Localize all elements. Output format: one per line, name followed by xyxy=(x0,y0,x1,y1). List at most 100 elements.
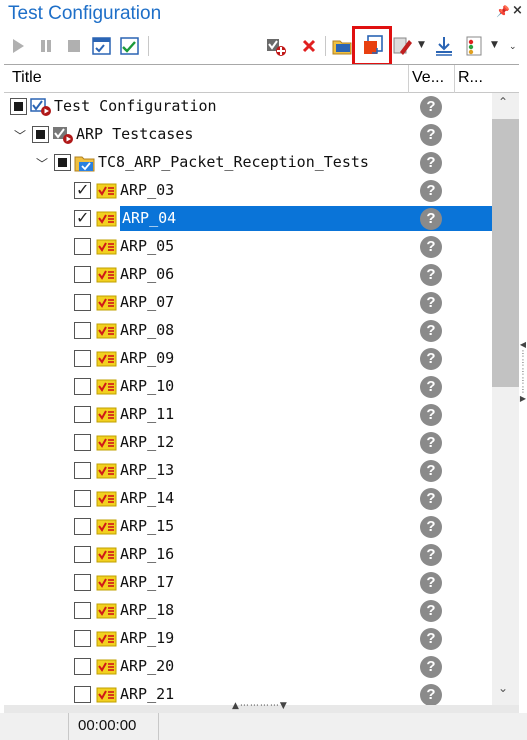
tree-item-label[interactable]: ARP_07 xyxy=(120,293,174,311)
tree-item-label[interactable]: ARP_17 xyxy=(120,573,174,591)
scroll-thumb[interactable] xyxy=(492,119,519,387)
add-test-icon[interactable] xyxy=(264,34,288,58)
tree-item-label[interactable]: ARP_09 xyxy=(120,349,174,367)
tree-item-label[interactable]: ARP_21 xyxy=(120,685,174,703)
scroll-down-icon[interactable]: ⌄ xyxy=(498,681,508,695)
tree-item-label[interactable]: ARP_03 xyxy=(120,181,174,199)
vertical-scrollbar[interactable]: ⌃ ⌄ xyxy=(492,93,519,705)
download-icon[interactable] xyxy=(432,34,456,58)
tree-row[interactable]: ARP_09? xyxy=(4,345,492,373)
tree-row[interactable]: ﹀ TC8_ARP_Packet_Reception_Tests? xyxy=(4,149,492,177)
tree-checkbox[interactable] xyxy=(54,154,71,171)
status-list-icon[interactable] xyxy=(462,34,486,58)
tree-item-label[interactable]: ARP_20 xyxy=(120,657,174,675)
expand-chevron-icon[interactable]: ﹀ xyxy=(36,155,48,172)
tree-row[interactable]: ARP_19? xyxy=(4,625,492,653)
tree-checkbox[interactable] xyxy=(74,434,91,451)
test-case-icon xyxy=(96,321,118,341)
tree-checkbox[interactable] xyxy=(74,630,91,647)
play-icon[interactable] xyxy=(6,34,30,58)
tree-item-label[interactable]: ARP_14 xyxy=(120,489,174,507)
scroll-up-icon[interactable]: ⌃ xyxy=(498,95,508,109)
tree-item-label[interactable]: ARP_19 xyxy=(120,629,174,647)
tree-item-label[interactable]: ARP_11 xyxy=(120,405,174,423)
tree-row[interactable]: Test Configuration? xyxy=(4,93,492,121)
pin-icon[interactable]: 📌 xyxy=(496,5,510,18)
tree-checkbox[interactable] xyxy=(74,490,91,507)
test-case-icon xyxy=(96,209,118,229)
pause-icon[interactable] xyxy=(34,34,58,58)
tree-checkbox[interactable] xyxy=(74,546,91,563)
tree-checkbox[interactable] xyxy=(74,378,91,395)
column-result[interactable]: R... xyxy=(458,69,483,87)
tree-checkbox[interactable] xyxy=(74,322,91,339)
tree-row[interactable]: ARP_06? xyxy=(4,261,492,289)
column-verdict[interactable]: Ve... xyxy=(412,69,444,87)
tree-checkbox[interactable] xyxy=(74,266,91,283)
tree-checkbox[interactable] xyxy=(74,462,91,479)
tree-row[interactable]: ﹀ ARP Testcases? xyxy=(4,121,492,149)
tree-row[interactable]: ARP_18? xyxy=(4,597,492,625)
tree-checkbox[interactable] xyxy=(74,602,91,619)
column-divider[interactable] xyxy=(454,65,455,93)
tree-row[interactable]: ARP_05? xyxy=(4,233,492,261)
tree-item-label[interactable]: ARP_15 xyxy=(120,517,174,535)
test-configuration-icon xyxy=(30,97,52,117)
splitter-grip-icon[interactable]: ◀ ⋮ ⋮ ⋮ ⋮ ⋮ ▶ xyxy=(519,340,527,430)
test-case-icon xyxy=(96,629,118,649)
tree-checkbox[interactable] xyxy=(10,98,27,115)
column-title[interactable]: Title xyxy=(12,69,42,87)
tree-item-label[interactable]: ARP Testcases xyxy=(76,125,193,143)
tree-item-label[interactable]: ARP_06 xyxy=(120,265,174,283)
tree-item-label[interactable]: ARP_08 xyxy=(120,321,174,339)
tree-checkbox[interactable] xyxy=(74,686,91,703)
tree-row[interactable]: ARP_16? xyxy=(4,541,492,569)
tree-item-label[interactable]: Test Configuration xyxy=(54,97,217,115)
tree-row[interactable]: ARP_20? xyxy=(4,653,492,681)
column-divider[interactable] xyxy=(408,65,409,93)
tree-checkbox[interactable] xyxy=(74,180,91,199)
tree-checkbox[interactable] xyxy=(32,126,49,143)
tree-item-label[interactable]: ARP_05 xyxy=(120,237,174,255)
calendar-test-icon[interactable] xyxy=(90,34,114,58)
tree-row[interactable]: ARP_11? xyxy=(4,401,492,429)
overflow-chevron-icon[interactable]: ⌄ xyxy=(509,42,517,52)
close-icon[interactable]: × xyxy=(512,3,523,18)
horizontal-splitter[interactable]: ▲⋯⋯⋯⋯▼ xyxy=(4,701,519,713)
chevron-down-icon[interactable]: ▼ xyxy=(491,40,498,50)
tree-item-label[interactable]: ARP_12 xyxy=(120,433,174,451)
tree-checkbox[interactable] xyxy=(74,574,91,591)
tree-row[interactable]: ARP_13? xyxy=(4,457,492,485)
edit-icon[interactable] xyxy=(390,34,414,58)
tree-row[interactable]: ARP_15? xyxy=(4,513,492,541)
splitter-grip-icon[interactable]: ▲⋯⋯⋯⋯▼ xyxy=(232,701,288,711)
tree-row[interactable]: ARP_04? xyxy=(4,205,492,233)
tree-row[interactable]: ARP_14? xyxy=(4,485,492,513)
tree-checkbox[interactable] xyxy=(74,208,91,227)
verdict-unknown-icon: ? xyxy=(420,376,442,398)
tree-row[interactable]: ARP_08? xyxy=(4,317,492,345)
verdict-unknown-icon: ? xyxy=(420,208,442,230)
expand-chevron-icon[interactable]: ﹀ xyxy=(14,127,26,144)
tree-item-label[interactable]: ARP_13 xyxy=(120,461,174,479)
tree-item-label[interactable]: ARP_16 xyxy=(120,545,174,563)
tree-checkbox[interactable] xyxy=(74,518,91,535)
tree-item-label[interactable]: ARP_10 xyxy=(120,377,174,395)
tree-checkbox[interactable] xyxy=(74,294,91,311)
tree-checkbox[interactable] xyxy=(74,658,91,675)
tree-row[interactable]: ARP_03? xyxy=(4,177,492,205)
chevron-down-icon[interactable]: ▼ xyxy=(418,40,425,50)
checklist-icon[interactable] xyxy=(118,34,142,58)
tree-row[interactable]: ARP_10? xyxy=(4,373,492,401)
tree-item-label[interactable]: ARP_18 xyxy=(120,601,174,619)
tree-checkbox[interactable] xyxy=(74,350,91,367)
open-folder-icon[interactable] xyxy=(330,34,354,58)
tree-item-label[interactable]: TC8_ARP_Packet_Reception_Tests xyxy=(98,153,369,171)
tree-row[interactable]: ARP_17? xyxy=(4,569,492,597)
tree-checkbox[interactable] xyxy=(74,238,91,255)
remove-icon[interactable] xyxy=(297,34,321,58)
tree-checkbox[interactable] xyxy=(74,406,91,423)
tree-row[interactable]: ARP_07? xyxy=(4,289,492,317)
stop-icon[interactable] xyxy=(62,34,86,58)
tree-row[interactable]: ARP_12? xyxy=(4,429,492,457)
